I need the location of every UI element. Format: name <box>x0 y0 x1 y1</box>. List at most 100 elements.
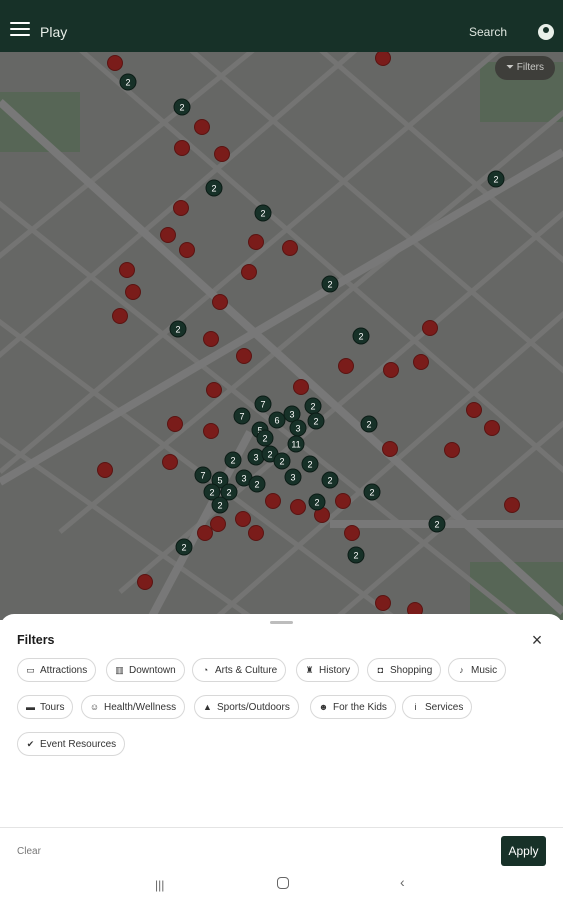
poi-marker[interactable] <box>112 308 128 324</box>
poi-marker[interactable] <box>174 140 190 156</box>
back-icon[interactable]: ‹ <box>400 874 405 890</box>
poi-marker[interactable] <box>282 240 298 256</box>
poi-marker[interactable] <box>203 331 219 347</box>
cluster-marker[interactable]: 2 <box>248 475 266 493</box>
cluster-marker[interactable]: 2 <box>254 204 272 222</box>
poi-marker[interactable] <box>125 284 141 300</box>
cluster-marker[interactable]: 2 <box>363 483 381 501</box>
poi-marker[interactable] <box>194 119 210 135</box>
cluster-marker[interactable]: 2 <box>301 455 319 473</box>
close-icon[interactable]: × <box>528 631 546 650</box>
cluster-marker[interactable]: 2 <box>273 452 291 470</box>
poi-marker[interactable] <box>235 511 251 527</box>
recent-apps-icon[interactable]: ||| <box>155 878 164 892</box>
poi-marker[interactable] <box>444 442 460 458</box>
poi-marker[interactable] <box>197 525 213 541</box>
cluster-marker[interactable]: 7 <box>194 466 212 484</box>
chip-health-wellness[interactable]: ☺ Health/Wellness <box>81 695 186 719</box>
cluster-marker[interactable]: 7 <box>254 395 272 413</box>
hamburger-menu-icon[interactable] <box>10 22 30 36</box>
cluster-marker[interactable]: 2 <box>224 451 242 469</box>
poi-marker[interactable] <box>413 354 429 370</box>
poi-marker[interactable] <box>210 516 226 532</box>
cluster-marker[interactable]: 2 <box>347 546 365 564</box>
chip-music[interactable]: ♪ Music <box>448 658 507 682</box>
chip-tours[interactable]: ▬ Tours <box>17 695 74 719</box>
poi-marker[interactable] <box>383 362 399 378</box>
poi-marker[interactable] <box>466 402 482 418</box>
cluster-marker[interactable]: 3 <box>289 419 307 437</box>
poi-marker[interactable] <box>338 358 354 374</box>
poi-marker[interactable] <box>484 420 500 436</box>
poi-marker[interactable] <box>173 200 189 216</box>
poi-marker[interactable] <box>248 525 264 541</box>
search-button[interactable]: Search <box>469 25 507 39</box>
chip-attractions[interactable]: ▭ Attractions <box>17 658 97 682</box>
poi-marker[interactable] <box>375 595 391 611</box>
home-icon[interactable] <box>277 877 289 889</box>
cluster-marker[interactable]: 2 <box>308 493 326 511</box>
cluster-marker[interactable]: 2 <box>205 179 223 197</box>
chip-services[interactable]: i Services <box>402 695 473 719</box>
poi-marker[interactable] <box>335 493 351 509</box>
cluster-marker[interactable]: 2 <box>256 429 274 447</box>
cluster-marker[interactable]: 2 <box>321 275 339 293</box>
cluster-count: 2 <box>230 456 235 466</box>
poi-marker[interactable] <box>119 262 135 278</box>
cluster-marker[interactable]: 2 <box>304 397 322 415</box>
cluster-marker[interactable]: 11 <box>287 435 305 453</box>
cluster-marker[interactable]: 2 <box>169 320 187 338</box>
poi-marker[interactable] <box>203 423 219 439</box>
poi-marker[interactable] <box>293 379 309 395</box>
cluster-marker[interactable]: 3 <box>284 468 302 486</box>
cluster-marker[interactable]: 2 <box>321 471 339 489</box>
cluster-marker[interactable]: 2 <box>175 538 193 556</box>
poi-marker[interactable] <box>206 382 222 398</box>
poi-marker[interactable] <box>214 146 230 162</box>
poi-marker[interactable] <box>107 55 123 71</box>
cluster-marker[interactable]: 2 <box>360 415 378 433</box>
poi-marker[interactable] <box>290 499 306 515</box>
cluster-marker[interactable]: 2 <box>487 170 505 188</box>
chip-downtown[interactable]: ▥ Downtown <box>106 658 185 682</box>
poi-marker[interactable] <box>179 242 195 258</box>
account-icon[interactable] <box>538 24 554 40</box>
cluster-marker[interactable]: 2 <box>211 496 229 514</box>
drag-handle[interactable] <box>270 621 293 624</box>
poi-marker[interactable] <box>504 497 520 513</box>
poi-marker[interactable] <box>236 348 252 364</box>
poi-marker[interactable] <box>212 294 228 310</box>
chip-sports-outdoors[interactable]: ▲ Sports/Outdoors <box>194 695 299 719</box>
cluster-count: 2 <box>125 78 130 88</box>
clear-button[interactable]: Clear <box>17 846 41 857</box>
poi-marker[interactable] <box>241 264 257 280</box>
poi-marker[interactable] <box>137 574 153 590</box>
poi-marker[interactable] <box>344 525 360 541</box>
apply-button[interactable]: Apply <box>501 836 546 866</box>
chip-for-the-kids[interactable]: ☻ For the Kids <box>310 695 396 719</box>
filters-button[interactable]: ⏷ Filters <box>495 56 555 80</box>
chip-history[interactable]: ♜ History <box>296 658 360 682</box>
poi-marker[interactable] <box>97 462 113 478</box>
poi-marker[interactable] <box>382 441 398 457</box>
poi-marker[interactable] <box>265 493 281 509</box>
poi-marker[interactable] <box>375 52 391 66</box>
poi-marker[interactable] <box>162 454 178 470</box>
cluster-marker[interactable]: 3 <box>247 448 265 466</box>
map-view[interactable]: 2 2 2 2 2 2 2 2 2 7 7 6 3 2 2 5 3 11 2 2 3 2 2 2 7 5 3 2 2 2 2 3 2 2 2 2 2 2 … <box>0 52 563 620</box>
poi-marker[interactable] <box>160 227 176 243</box>
cluster-marker[interactable]: 2 <box>352 327 370 345</box>
chip-arts-culture[interactable]: ◔ Arts & Culture <box>192 658 287 682</box>
cluster-marker[interactable]: 2 <box>119 73 137 91</box>
poi-marker[interactable] <box>167 416 183 432</box>
poi-marker[interactable] <box>248 234 264 250</box>
cluster-marker[interactable]: 2 <box>173 98 191 116</box>
cluster-marker[interactable]: 7 <box>233 407 251 425</box>
chip-event-resources[interactable]: ✔ Event Resources <box>17 732 126 756</box>
cluster-count: 2 <box>217 501 222 511</box>
chip-shopping[interactable]: ◘ Shopping <box>367 658 442 682</box>
cluster-marker[interactable]: 2 <box>307 412 325 430</box>
cluster-marker[interactable]: 6 <box>268 411 286 429</box>
cluster-marker[interactable]: 2 <box>428 515 446 533</box>
poi-marker[interactable] <box>422 320 438 336</box>
